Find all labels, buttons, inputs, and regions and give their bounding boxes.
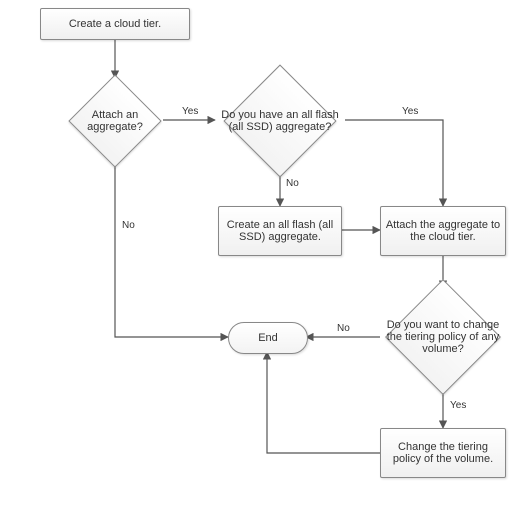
- node-have-all-flash: Do you have an all flash (all SSD) aggre…: [215, 78, 345, 164]
- node-label: Attach an aggregate?: [72, 109, 158, 133]
- node-label: Create an all flash (all SSD) aggregate.: [223, 219, 337, 243]
- node-label: Do you want to change the tiering policy…: [384, 319, 502, 355]
- node-label: Change the tiering policy of the volume.: [385, 441, 501, 465]
- node-label: Attach the aggregate to the cloud tier.: [385, 219, 501, 243]
- node-create-cloud-tier: Create a cloud tier.: [40, 8, 190, 40]
- node-create-all-flash: Create an all flash (all SSD) aggregate.: [218, 206, 342, 256]
- node-change-policy-q: Do you want to change the tiering policy…: [380, 288, 506, 386]
- edge-label-no: No: [120, 220, 137, 231]
- node-label: End: [258, 332, 278, 344]
- edge-label-yes: Yes: [400, 106, 420, 117]
- node-label: Create a cloud tier.: [69, 18, 161, 30]
- node-attach-aggregate: Attach an aggregate?: [67, 78, 163, 164]
- edge-label-yes: Yes: [448, 400, 468, 411]
- node-label: Do you have an all flash (all SSD) aggre…: [220, 109, 340, 133]
- edge-label-no: No: [284, 178, 301, 189]
- flowchart-canvas: Yes No Yes No Yes No Create a cloud tier…: [0, 0, 510, 525]
- node-end: End: [228, 322, 308, 354]
- edge-label-yes: Yes: [180, 106, 200, 117]
- edge-label-no: No: [335, 323, 352, 334]
- node-change-policy: Change the tiering policy of the volume.: [380, 428, 506, 478]
- node-attach-to-cloud: Attach the aggregate to the cloud tier.: [380, 206, 506, 256]
